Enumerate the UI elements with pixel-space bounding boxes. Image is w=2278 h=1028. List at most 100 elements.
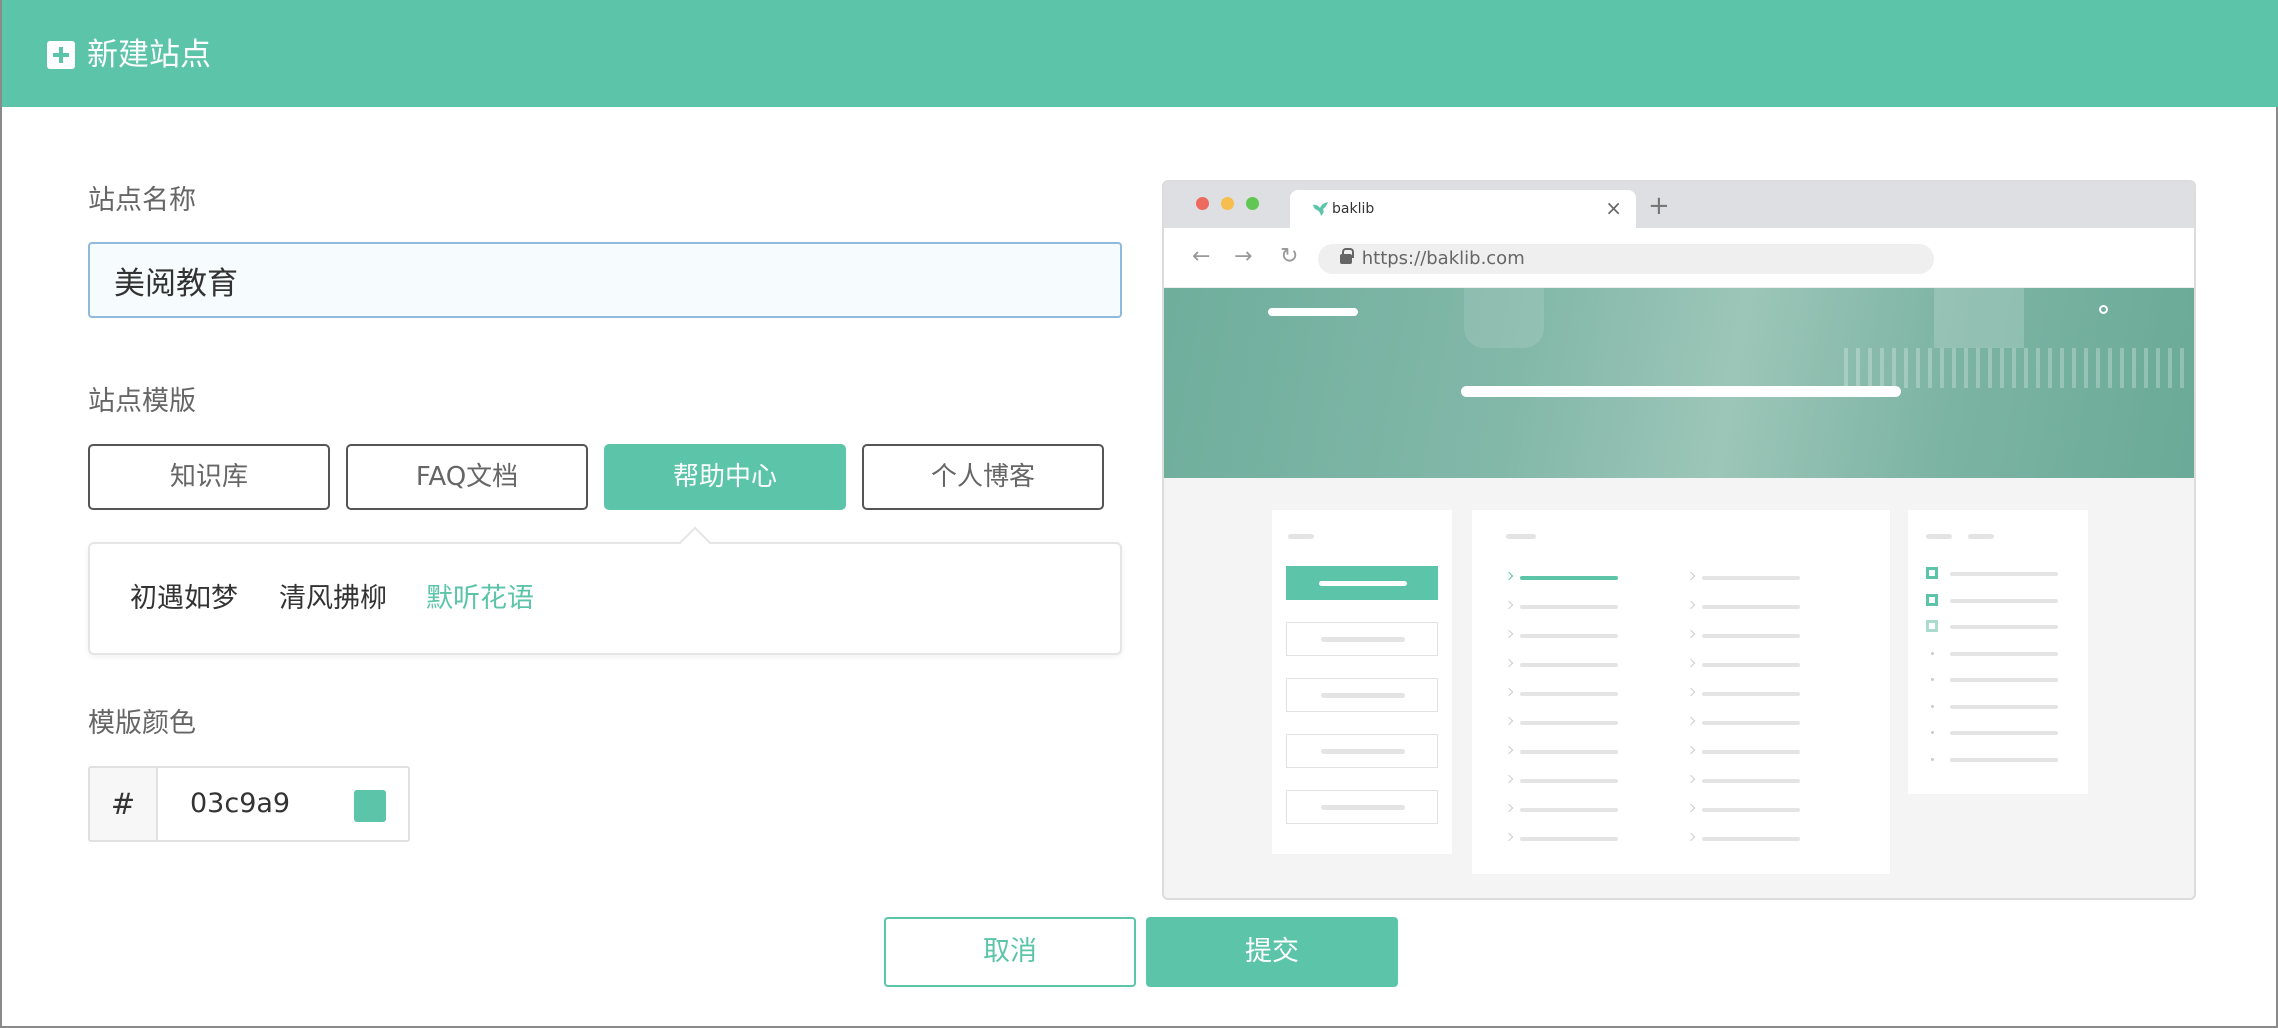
close-dot-icon bbox=[1196, 197, 1209, 210]
dialog-header: 新建站点 bbox=[2, 0, 2278, 107]
placeholder-bar bbox=[1319, 581, 1407, 586]
bullet-icon bbox=[1931, 704, 1934, 708]
placeholder-bar bbox=[1520, 837, 1618, 841]
template-faq-button[interactable]: FAQ文档 bbox=[346, 444, 588, 510]
placeholder-button bbox=[1286, 566, 1438, 600]
hero-logo-placeholder bbox=[1268, 308, 1358, 316]
template-help-center-button[interactable]: 帮助中心 bbox=[604, 444, 846, 510]
bird-logo-icon bbox=[1313, 202, 1328, 216]
bullet-icon bbox=[1931, 757, 1934, 761]
placeholder-bar bbox=[1950, 598, 2058, 603]
placeholder-bar bbox=[1520, 721, 1618, 725]
preview-address-bar: ← → ↻ https://baklib.com bbox=[1164, 228, 2194, 288]
placeholder-bar bbox=[1950, 757, 2058, 762]
placeholder-bar bbox=[1321, 693, 1405, 698]
preview-sidebar-card bbox=[1272, 510, 1452, 854]
chevron-right-icon bbox=[1504, 687, 1514, 697]
preview-content-card bbox=[1472, 510, 1890, 874]
tab-close-icon: × bbox=[1605, 196, 1622, 220]
preview-url-text: https://baklib.com bbox=[1361, 248, 1525, 269]
preview-hero-banner bbox=[1164, 288, 2194, 478]
placeholder-bar bbox=[1926, 534, 1952, 539]
template-knowledge-base-button[interactable]: 知识库 bbox=[88, 444, 330, 510]
chevron-right-icon bbox=[1686, 832, 1696, 842]
chevron-right-icon bbox=[1504, 716, 1514, 726]
placeholder-bar bbox=[1520, 750, 1618, 754]
placeholder-bar bbox=[1702, 750, 1800, 754]
chevron-right-icon bbox=[1686, 774, 1696, 784]
site-name-input[interactable] bbox=[88, 242, 1122, 318]
placeholder-button bbox=[1286, 678, 1438, 712]
placeholder-bar bbox=[1520, 634, 1618, 638]
placeholder-bar bbox=[1520, 808, 1618, 812]
hero-decoration bbox=[1934, 288, 2024, 348]
placeholder-bar bbox=[1950, 651, 2058, 656]
color-picker[interactable]: # 03c9a9 bbox=[88, 766, 410, 842]
hero-user-icon bbox=[2099, 305, 2108, 314]
color-hash-prefix: # bbox=[90, 768, 158, 840]
chevron-right-icon bbox=[1686, 600, 1696, 610]
placeholder-bar bbox=[1520, 663, 1618, 667]
chevron-right-icon bbox=[1686, 629, 1696, 639]
placeholder-bar bbox=[1702, 634, 1800, 638]
placeholder-bar bbox=[1702, 576, 1800, 580]
chevron-right-icon bbox=[1504, 658, 1514, 668]
preview-browser-tab: baklib × bbox=[1290, 190, 1636, 228]
bullet-icon bbox=[1931, 731, 1934, 734]
maximize-dot-icon bbox=[1246, 197, 1259, 210]
placeholder-button bbox=[1286, 734, 1438, 768]
placeholder-bar bbox=[1702, 779, 1800, 783]
placeholder-bar bbox=[1702, 808, 1800, 812]
checkbox-icon bbox=[1926, 620, 1938, 632]
chevron-right-icon bbox=[1504, 774, 1514, 784]
placeholder-bar bbox=[1950, 731, 2058, 735]
sub-template-option-chuyu[interactable]: 初遇如梦 bbox=[130, 580, 238, 618]
placeholder-bar bbox=[1950, 704, 2058, 709]
hero-search-placeholder bbox=[1461, 386, 1901, 397]
placeholder-bar bbox=[1950, 572, 2058, 576]
color-value-input[interactable]: 03c9a9 bbox=[190, 768, 290, 840]
cancel-button[interactable]: 取消 bbox=[884, 917, 1136, 987]
placeholder-bar bbox=[1321, 805, 1405, 810]
placeholder-bar bbox=[1702, 605, 1800, 609]
checkbox-icon bbox=[1926, 567, 1938, 579]
preview-tab-bar: baklib × + bbox=[1164, 182, 2194, 228]
bullet-icon bbox=[1931, 678, 1934, 681]
forward-arrow-icon: → bbox=[1234, 244, 1253, 269]
lock-icon bbox=[1340, 248, 1354, 264]
chevron-right-icon bbox=[1504, 629, 1514, 639]
chevron-right-icon bbox=[1504, 803, 1514, 813]
sub-template-option-qingfeng[interactable]: 清风拂柳 bbox=[279, 580, 387, 618]
chevron-right-icon bbox=[1504, 571, 1514, 581]
color-swatch[interactable] bbox=[354, 790, 386, 822]
placeholder-bar bbox=[1506, 534, 1536, 539]
chevron-right-icon bbox=[1504, 745, 1514, 755]
submit-button[interactable]: 提交 bbox=[1146, 917, 1398, 987]
placeholder-button bbox=[1286, 790, 1438, 824]
dialog-title: 新建站点 bbox=[87, 37, 211, 73]
placeholder-bar bbox=[1520, 779, 1618, 783]
preview-right-card bbox=[1908, 510, 2088, 794]
chevron-right-icon bbox=[1686, 803, 1696, 813]
placeholder-button bbox=[1286, 622, 1438, 656]
chevron-right-icon bbox=[1686, 745, 1696, 755]
hero-decoration bbox=[1844, 348, 2184, 388]
sub-template-option-moting[interactable]: 默听花语 bbox=[426, 580, 534, 618]
chevron-right-icon bbox=[1686, 716, 1696, 726]
placeholder-bar bbox=[1520, 576, 1618, 580]
template-label: 站点模版 bbox=[88, 386, 196, 417]
placeholder-bar bbox=[1950, 678, 2058, 682]
chevron-right-icon bbox=[1686, 687, 1696, 697]
template-preview: baklib × + ← → ↻ https://baklib.com bbox=[1162, 180, 2196, 900]
new-tab-icon: + bbox=[1648, 191, 1670, 221]
placeholder-bar bbox=[1288, 534, 1314, 539]
hero-decoration bbox=[1464, 288, 1544, 348]
placeholder-bar bbox=[1321, 749, 1405, 754]
chevron-right-icon bbox=[1504, 600, 1514, 610]
chevron-right-icon bbox=[1686, 658, 1696, 668]
checkbox-icon bbox=[1926, 593, 1938, 606]
placeholder-bar bbox=[1702, 837, 1800, 841]
chevron-right-icon bbox=[1686, 571, 1696, 581]
template-personal-blog-button[interactable]: 个人博客 bbox=[862, 444, 1104, 510]
minimize-dot-icon bbox=[1221, 197, 1234, 210]
